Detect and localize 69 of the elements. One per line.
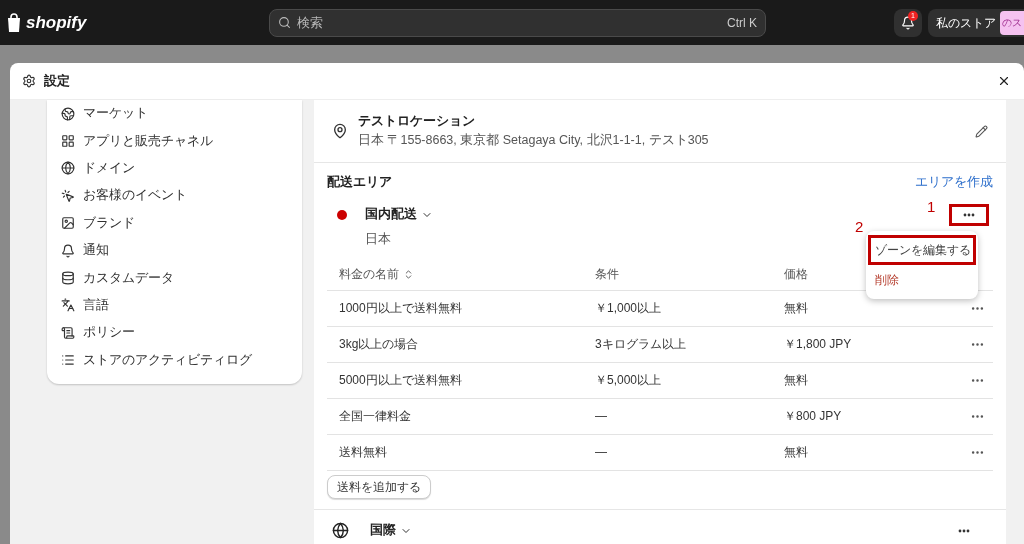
- language-icon: [61, 298, 75, 313]
- table-cell-text: ￥5,000以上: [595, 372, 663, 389]
- bell-icon: [901, 15, 915, 30]
- cursor-icon: [61, 188, 75, 203]
- modal-title: 設定: [44, 72, 70, 91]
- zone-name: 国内配送: [365, 206, 417, 224]
- table-cell-text: 5000円以上で送料無料: [339, 372, 463, 389]
- sidebar-item[interactable]: お客様のイベント: [61, 182, 288, 210]
- annotation-number: 1: [927, 197, 936, 217]
- globe-icon: [61, 106, 75, 121]
- logo-text: shopify: [26, 11, 87, 34]
- zone-subtitle: 日本: [365, 230, 391, 248]
- menu-item[interactable]: 削除: [866, 265, 978, 295]
- document-icon: [61, 325, 75, 340]
- table-cell-text: ￥1,800 JPY: [784, 336, 852, 353]
- table-cell-text: 1000円以上で送料無料: [339, 300, 463, 317]
- search-field[interactable]: 検索 Ctrl K: [269, 8, 766, 37]
- sort-icon[interactable]: [403, 268, 414, 280]
- zone-name: 国際: [370, 522, 396, 540]
- store-avatar: のス: [1000, 10, 1024, 35]
- table-cell-text: 3kg以上の場合: [339, 336, 420, 353]
- globe-icon: [332, 522, 349, 539]
- table-cell-text: —: [595, 408, 608, 425]
- location-icon: [332, 123, 348, 139]
- close-icon[interactable]: [997, 74, 1011, 88]
- sidebar-item[interactable]: ブランド: [61, 209, 288, 237]
- globe-icon: [61, 161, 75, 176]
- search-icon: [278, 16, 291, 29]
- add-rate-button[interactable]: 送料を追加する: [327, 474, 431, 499]
- location-name: テストロケーション: [358, 113, 476, 131]
- column-header: 条件: [595, 266, 620, 283]
- column-header[interactable]: 料金の名前: [339, 265, 399, 283]
- sidebar-item[interactable]: ドメイン: [61, 154, 288, 183]
- sidebar-item[interactable]: マーケット: [61, 100, 288, 128]
- table-cell-text: 無料: [784, 372, 808, 389]
- bell-icon: [61, 243, 75, 258]
- sidebar-item[interactable]: 言語: [61, 291, 288, 320]
- table-cell-text: 送料無料: [339, 444, 388, 461]
- list-icon: [61, 353, 75, 368]
- store-button[interactable]: 私のストア のス: [928, 8, 1024, 37]
- section-title: 配送エリア: [327, 174, 392, 191]
- sidebar-item[interactable]: ストアのアクティビティログ: [61, 346, 288, 374]
- location-address: 日本 〒155-8663, 東京都 Setagaya City, 北沢1-1-1, テスト305: [358, 132, 710, 149]
- shortcut-hint: Ctrl K: [727, 14, 757, 32]
- more-button[interactable]: [949, 203, 989, 226]
- column-header: 価格: [784, 266, 808, 283]
- sidebar-item[interactable]: カスタムデータ: [61, 264, 288, 292]
- grid-icon: [61, 134, 75, 149]
- table-cell-text: ￥800 JPY: [784, 408, 842, 425]
- table-cell-text: 無料: [784, 300, 808, 317]
- more-icon: [963, 212, 975, 217]
- table-cell-text: 全国一律料金: [339, 408, 412, 425]
- database-icon: [61, 271, 75, 286]
- table-cell-text: ￥1,000以上: [595, 300, 663, 317]
- annotation-number: 2: [855, 217, 864, 237]
- table-cell-text: —: [595, 444, 608, 461]
- sidebar-item[interactable]: ポリシー: [61, 319, 288, 347]
- create-area-link[interactable]: エリアを作成: [915, 173, 993, 192]
- table-cell-text: 無料: [784, 444, 808, 461]
- bag-icon: [6, 12, 22, 33]
- more-icon: [958, 528, 970, 533]
- menu-item[interactable]: ゾーンを編集する: [868, 235, 976, 265]
- image-icon: [61, 216, 75, 231]
- search-placeholder: 検索: [297, 13, 323, 32]
- settings-icon: [22, 74, 36, 88]
- sidebar-item[interactable]: アプリと販売チャネル: [61, 127, 288, 155]
- sidebar-item[interactable]: 通知: [61, 236, 288, 265]
- edit-icon[interactable]: [975, 124, 988, 138]
- table-cell-text: 3キログラム以上: [595, 336, 687, 353]
